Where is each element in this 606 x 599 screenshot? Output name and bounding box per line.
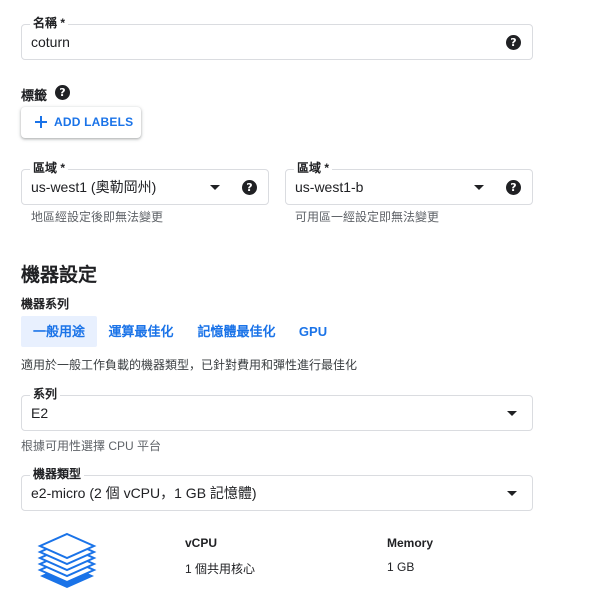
tab-gpu[interactable]: GPU [292, 316, 334, 347]
labels-heading: 標籤 [21, 88, 48, 103]
chevron-down-icon[interactable] [474, 185, 484, 190]
machine-type-label: 機器類型 [30, 467, 85, 481]
region-hint: 地區經設定後即無法變更 [31, 210, 164, 224]
tab-label: GPU [298, 324, 328, 339]
add-labels-button-label: ADD LABELS [54, 115, 134, 129]
memory-heading: Memory [387, 536, 434, 550]
series-hint: 根據可用性選擇 CPU 平台 [21, 439, 162, 453]
vcpu-heading: vCPU [185, 536, 218, 550]
chevron-down-icon[interactable] [507, 411, 517, 416]
chevron-down-icon[interactable] [210, 185, 220, 190]
name-field-label: 名稱 * [30, 16, 69, 30]
zone-select-label: 區域 * [294, 161, 333, 175]
machine-type-select[interactable]: 機器類型 e2-micro (2 個 vCPU，1 GB 記憶體) [21, 467, 533, 511]
tab-general-purpose[interactable]: 一般用途 [21, 316, 97, 347]
machine-series-heading: 機器系列 [21, 297, 70, 311]
tab-label: 記憶體最佳化 [197, 324, 276, 339]
zone-select[interactable]: 區域 * us-west1-b ? [285, 161, 533, 205]
plus-icon [35, 116, 47, 128]
region-select-value: us-west1 (奧勒岡州) [31, 179, 157, 195]
machine-type-value: e2-micro (2 個 vCPU，1 GB 記憶體) [31, 485, 257, 501]
region-select-label: 區域 * [30, 161, 69, 175]
name-field-value[interactable]: coturn [31, 34, 70, 51]
tab-compute-optimized[interactable]: 運算最佳化 [101, 316, 181, 347]
series-select-label: 系列 [30, 387, 61, 401]
region-help-icon[interactable]: ? [242, 180, 257, 195]
machine-config-title: 機器設定 [21, 265, 98, 286]
vcpu-value: 1 個共用核心 [185, 562, 256, 576]
zone-help-icon[interactable]: ? [506, 180, 521, 195]
add-labels-button[interactable]: ADD LABELS [21, 107, 141, 138]
memory-value: 1 GB [387, 560, 415, 574]
zone-select-value: us-west1-b [295, 179, 364, 195]
machine-stack-icon [37, 532, 97, 588]
series-select[interactable]: 系列 E2 [21, 387, 533, 431]
tab-memory-optimized[interactable]: 記憶體最佳化 [190, 316, 283, 347]
labels-help-icon[interactable]: ? [55, 85, 70, 100]
series-select-value: E2 [31, 405, 49, 421]
help-icon[interactable]: ? [506, 35, 521, 50]
region-select[interactable]: 區域 * us-west1 (奧勒岡州) ? [21, 161, 269, 205]
name-field[interactable]: 名稱 * coturn ? [21, 16, 533, 60]
zone-hint: 可用區一經設定即無法變更 [295, 210, 440, 224]
machine-series-description: 適用於一般工作負載的機器類型，已針對費用和彈性進行最佳化 [21, 358, 358, 372]
tab-label: 運算最佳化 [108, 324, 174, 339]
tab-label: 一般用途 [32, 324, 85, 339]
chevron-down-icon[interactable] [507, 491, 517, 496]
